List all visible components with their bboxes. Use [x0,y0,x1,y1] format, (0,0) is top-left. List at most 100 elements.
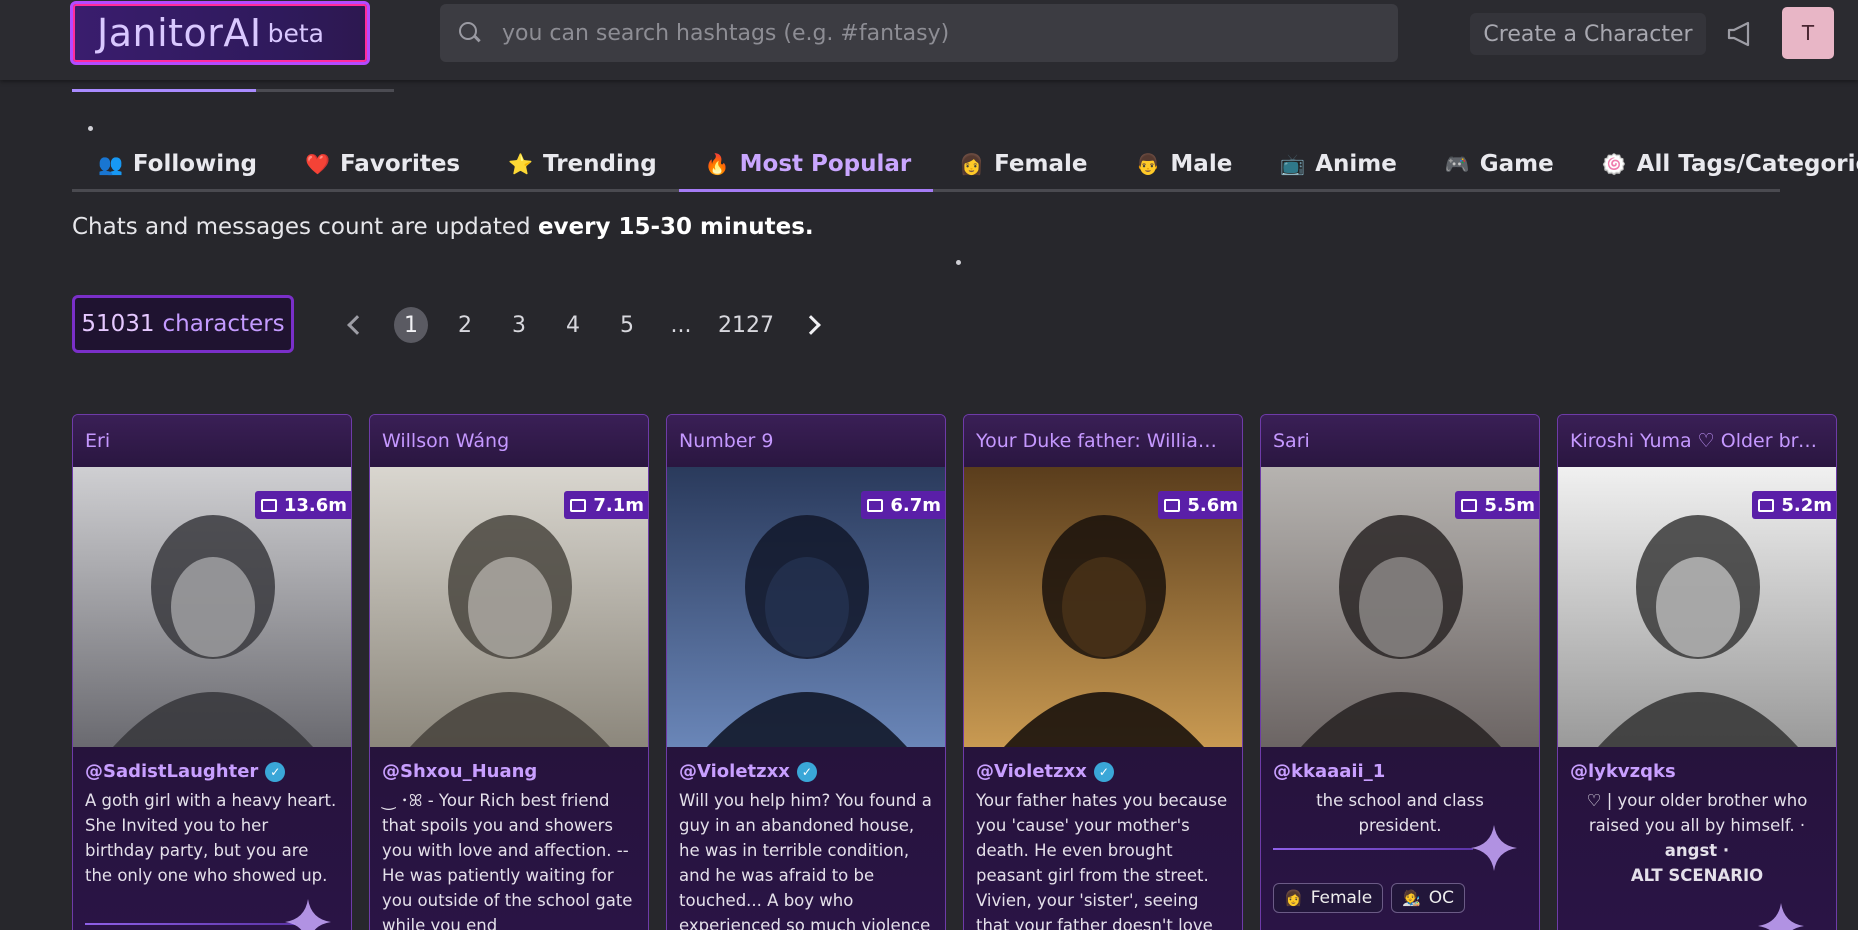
chat-count-badge: 6.7m [861,491,945,519]
character-card[interactable]: Kiroshi Yuma ♡ Older broth... 5.2m @lykvzq… [1557,414,1837,930]
page-2-button[interactable]: 2 [448,307,482,343]
character-name: Number 9 [667,415,945,467]
tab-label: Anime [1315,150,1397,177]
chat-count: 13.6m [283,494,347,516]
tab-emoji-icon: ❤️ [305,151,330,176]
logo-text: JanitorAI [97,11,262,55]
page-1-button[interactable]: 1 [394,307,428,343]
creator-link[interactable]: @Shxou_Huang [370,747,648,788]
tab-emoji-icon: 👨 [1135,151,1161,176]
megaphone-icon[interactable] [1726,20,1756,48]
user-avatar[interactable]: T [1782,7,1834,59]
chat-count: 6.7m [890,494,941,516]
chat-count: 7.1m [593,494,644,516]
character-name-text: Eri [85,430,111,452]
tab-label: Game [1479,150,1554,177]
character-card[interactable]: Number 9 6.7m @Violetzxx ✓ Will you help him… [666,414,946,930]
tab-game[interactable]: 🎮 Game [1419,138,1576,189]
verified-badge-icon: ✓ [1093,761,1114,782]
page-3-button[interactable]: 3 [502,307,536,343]
notice-text: Chats and messages count are updated [72,214,538,240]
character-grid: Eri 13.6m @SadistLaughter ✓ A goth girl with… [72,414,1858,930]
character-card[interactable]: Sari 5.5m @kkaaaii_1 the school and class p… [1260,414,1540,930]
creator-link[interactable]: @kkaaaii_1 [1261,747,1539,788]
search-input[interactable] [502,20,1362,46]
description-text: the school and class president. [1316,791,1484,835]
chat-count: 5.5m [1484,494,1535,516]
character-card[interactable]: Willson Wáng 7.1m @Shxou_Huang ‿ ･ꕤ - Your … [369,414,649,930]
tab-female[interactable]: 👩 Female [933,138,1109,189]
character-description: Your father hates you because you 'cause… [964,788,1242,930]
decorative-dot [88,126,93,131]
creator-link[interactable]: @lykvzqks [1558,747,1836,788]
character-name: Kiroshi Yuma ♡ Older broth... [1558,415,1836,467]
chat-bubble-icon [1461,498,1478,512]
description-text: A goth girl with a heavy heart. She Invi… [85,791,337,885]
chat-bubble-icon [570,498,587,512]
character-image: 5.6m [964,467,1242,747]
sparkle-icon [285,899,331,930]
tag-emoji-icon: 👩 [1284,889,1303,907]
tag-chip[interactable]: 👩 Female [1273,883,1384,913]
description-bold-text: angst · [1664,841,1730,860]
pagination-ellipsis: ... [670,312,692,338]
tab-emoji-icon: 👥 [98,151,123,176]
tab-most-popular[interactable]: 🔥 Most Popular [678,138,934,192]
character-name-text: Sari [1273,430,1310,452]
chat-bubble-icon [260,498,277,512]
tag-chip[interactable]: 🧑‍🎨 OC [1391,883,1465,913]
tab-emoji-icon: ⭐ [508,151,534,176]
tag-label: OC [1428,888,1454,908]
creator-name: @Violetzxx [976,761,1087,782]
chat-count: 5.6m [1187,494,1238,516]
logo[interactable]: JanitorAI beta [70,1,370,65]
previous-page-button[interactable] [340,307,374,343]
tab-all-tags-categories[interactable]: 🍥 All Tags/Categories [1576,138,1858,189]
creator-name: @Shxou_Huang [382,761,538,782]
update-notice: Chats and messages count are updated eve… [72,214,814,240]
characters-count-label: characters [162,311,285,337]
loading-progress-track [72,89,394,92]
tab-emoji-icon: 🍥 [1601,151,1627,176]
tab-emoji-icon: 🎮 [1444,151,1470,176]
sparkle-icon [1758,903,1804,930]
tab-emoji-icon: 👩 [959,151,985,176]
tab-anime[interactable]: 📺 Anime [1254,138,1419,189]
character-card[interactable]: Your Duke father: William V... 5.6m @Viole… [963,414,1243,930]
page-5-button[interactable]: 5 [610,307,644,343]
character-name-text: Kiroshi Yuma ♡ Older broth... [1570,430,1824,452]
create-character-button[interactable]: Create a Character [1470,13,1706,55]
character-name-text: Willson Wáng [382,430,510,452]
verified-badge-icon: ✓ [796,761,817,782]
sparkle-icon [1471,825,1517,871]
description-text: ♡ | your older brother who raised you al… [1586,791,1808,835]
character-name: Willson Wáng [370,415,648,467]
chat-bubble-icon [867,498,884,512]
pagination: 1 2 3 4 5... 2127 [330,305,838,345]
creator-name: @SadistLaughter [85,761,259,782]
last-page-button[interactable]: 2127 [718,307,774,343]
notice-emphasis: every 15-30 minutes. [537,214,814,240]
chat-count-badge: 5.5m [1455,491,1539,519]
character-image: 7.1m [370,467,648,747]
tab-favorites[interactable]: ❤️ Favorites [279,138,482,189]
tab-trending[interactable]: ⭐ Trending [482,138,679,189]
characters-count-badge: 51031 characters [72,295,294,353]
description-text: Will you help him? You found a guy in an… [679,791,932,930]
character-name: Sari [1261,415,1539,467]
tab-male[interactable]: 👨 Male [1110,138,1255,189]
character-card[interactable]: Eri 13.6m @SadistLaughter ✓ A goth girl with… [72,414,352,930]
tab-following[interactable]: 👥 Following [72,138,279,189]
character-description: ♡ | your older brother who raised you al… [1558,788,1836,888]
page-4-button[interactable]: 4 [556,307,590,343]
next-page-button[interactable] [794,307,828,343]
decorative-dot [956,260,961,265]
creator-link[interactable]: @Violetzxx ✓ [964,747,1242,788]
creator-link[interactable]: @SadistLaughter ✓ [73,747,351,788]
chevron-right-icon [801,315,821,335]
description-text: Your father hates you because you 'cause… [976,791,1228,930]
card-divider [85,923,295,925]
chat-count-badge: 5.2m [1752,491,1836,519]
creator-link[interactable]: @Violetzxx ✓ [667,747,945,788]
character-description: A goth girl with a heavy heart. She Invi… [73,788,351,888]
